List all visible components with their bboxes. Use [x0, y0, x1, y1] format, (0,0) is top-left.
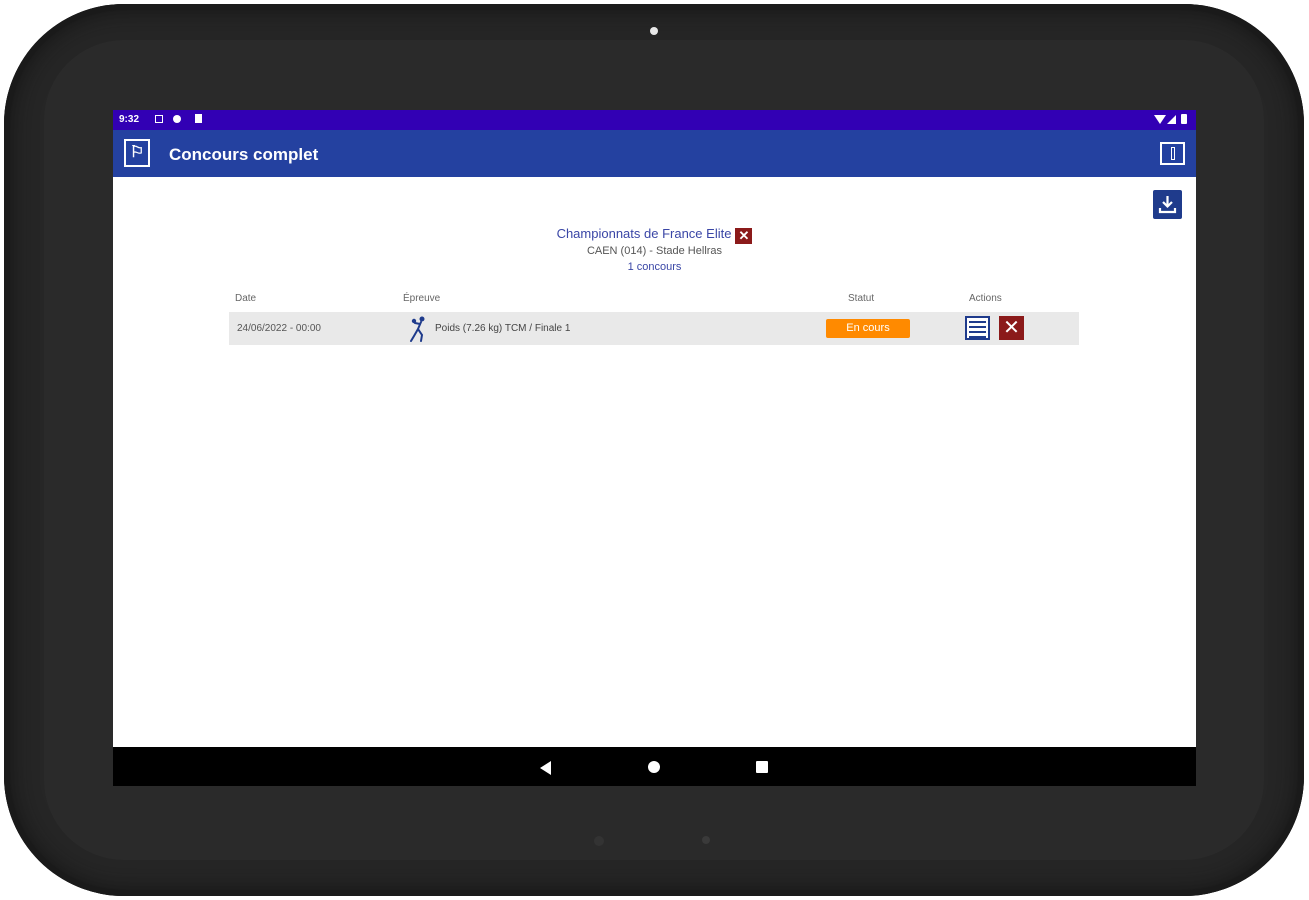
athletics-logo-icon[interactable]: ⚐	[124, 139, 150, 167]
open-results-button[interactable]	[965, 316, 990, 340]
info-icon	[1170, 147, 1175, 160]
status-indicators	[1154, 113, 1190, 125]
row-date: 24/06/2022 - 00:00	[237, 323, 321, 334]
battery-icon	[1181, 114, 1187, 124]
column-header-actions: Actions	[969, 293, 1002, 304]
sensor-dot	[702, 836, 710, 844]
signal-icon	[1167, 115, 1176, 124]
competition-name[interactable]: Championnats de France Elite	[557, 226, 732, 241]
clipboard-icon	[195, 114, 202, 123]
column-header-event: Épreuve	[403, 293, 441, 304]
front-camera	[650, 27, 658, 35]
back-icon[interactable]	[540, 761, 551, 775]
table-icon-line	[969, 331, 986, 333]
shot-put-icon	[410, 316, 425, 342]
remove-competition-button[interactable]: ✕	[735, 228, 753, 244]
competition-count: 1 concours	[627, 261, 682, 273]
download-button[interactable]	[1153, 190, 1182, 219]
status-bar: 9:32	[113, 110, 1196, 130]
screen: 9:32 ⚐ Concours complet Championnats de …	[113, 110, 1196, 786]
competition-header: Championnats de France Elite ✕	[113, 226, 1196, 244]
recent-apps-icon[interactable]	[756, 761, 768, 773]
delete-row-button[interactable]: ✕	[999, 316, 1024, 340]
wifi-icon	[1154, 115, 1166, 124]
table-icon	[969, 321, 986, 323]
status-badge: En cours	[826, 319, 910, 338]
table-row[interactable]: 24/06/2022 - 00:00 Poids (7.26 kg) TCM /…	[229, 312, 1079, 345]
sync-icon	[173, 115, 181, 123]
navigation-bar	[113, 747, 1196, 786]
status-time: 9:32	[119, 114, 140, 125]
table-icon-line	[969, 336, 986, 338]
notification-icon	[155, 115, 163, 123]
home-icon[interactable]	[648, 761, 660, 773]
competition-place: CAEN (014) - Stade Hellras	[586, 245, 723, 257]
page-title: Concours complet	[169, 145, 319, 164]
row-event: Poids (7.26 kg) TCM / Finale 1	[435, 323, 571, 334]
download-icon	[1158, 196, 1177, 214]
info-button[interactable]	[1160, 142, 1185, 165]
column-header-date: Date	[235, 293, 257, 304]
sensor-dot	[594, 836, 604, 846]
table-icon-line	[969, 326, 986, 328]
close-icon: ✕	[1003, 317, 1020, 339]
column-header-status: Statut	[848, 293, 875, 304]
app-bar: ⚐ Concours complet	[113, 130, 1196, 177]
